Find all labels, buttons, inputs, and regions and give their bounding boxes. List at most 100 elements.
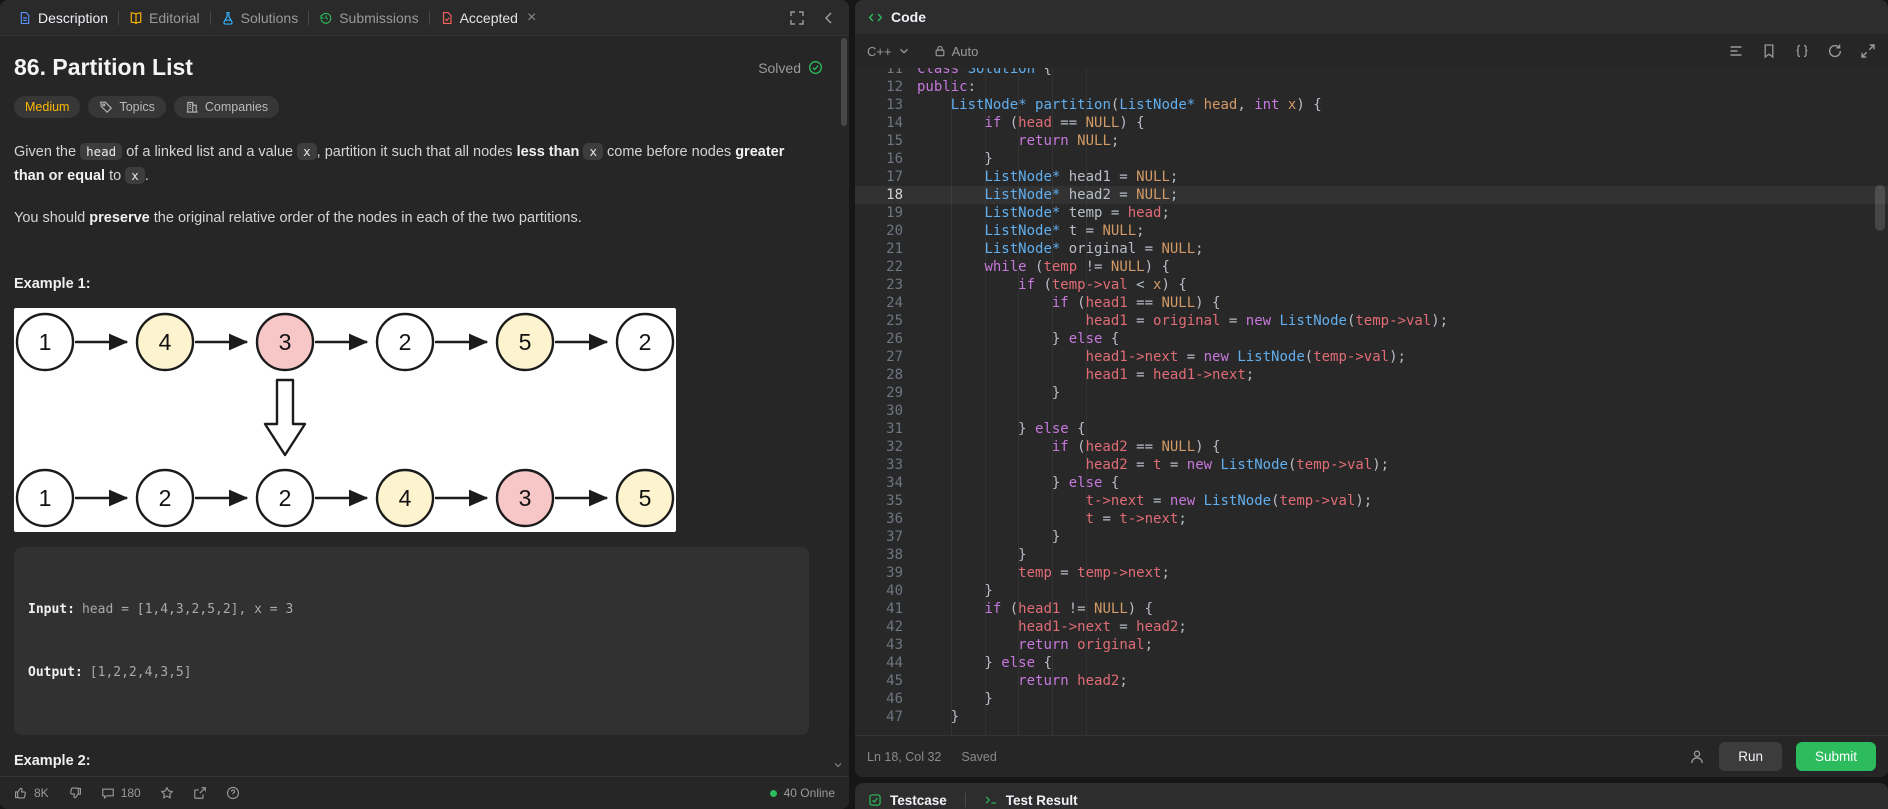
companies-badge[interactable]: Companies: [173, 96, 280, 118]
problem-panel: Description Editorial Solutions Submissions…: [0, 0, 849, 809]
line-content: ListNode* head2 = NULL;: [984, 187, 1179, 203]
line-content: ListNode* t = NULL;: [984, 223, 1145, 239]
language-label: C++: [867, 43, 892, 59]
code-line-28[interactable]: 28 head1 = head1->next;: [855, 366, 1888, 384]
code-line-16[interactable]: 16 }: [855, 150, 1888, 168]
code-line-21[interactable]: 21 ListNode* original = NULL;: [855, 240, 1888, 258]
auto-save-toggle[interactable]: Auto: [933, 44, 978, 59]
run-button[interactable]: Run: [1719, 742, 1782, 771]
check-circle-icon: [808, 60, 823, 75]
line-content: ListNode* temp = head;: [984, 205, 1170, 221]
bookmark-icon[interactable]: [1761, 43, 1777, 59]
code-line-41[interactable]: 41 if (head1 != NULL) {: [855, 600, 1888, 618]
left-scrollbar[interactable]: [840, 38, 848, 126]
line-number: 45: [886, 673, 903, 689]
topics-badge[interactable]: Topics: [88, 96, 166, 118]
code-line-25[interactable]: 25 head1 = original = new ListNode(temp-…: [855, 312, 1888, 330]
description-paragraph: Given the head of a linked list and a va…: [14, 143, 785, 184]
fullscreen-icon[interactable]: [1860, 43, 1876, 59]
code-line-42[interactable]: 42 head1->next = head2;: [855, 618, 1888, 636]
topics-label: Topics: [119, 100, 155, 114]
code-panel-header: Code: [855, 0, 1888, 34]
share-button[interactable]: [193, 786, 207, 800]
code-line-32[interactable]: 32 if (head2 == NULL) {: [855, 438, 1888, 456]
difficulty-badge[interactable]: Medium: [14, 96, 81, 118]
console-header: Testcase Test Result: [855, 783, 1888, 809]
submit-button[interactable]: Submit: [1795, 742, 1876, 771]
code-line-46[interactable]: 46 }: [855, 690, 1888, 708]
line-content: t = t->next;: [1085, 511, 1187, 527]
scrollbar-thumb[interactable]: [841, 38, 847, 126]
line-number: 11: [886, 68, 903, 77]
code-line-22[interactable]: 22 while (temp != NULL) {: [855, 258, 1888, 276]
collapse-panel-icon[interactable]: [821, 10, 837, 26]
favorite-button[interactable]: [160, 786, 174, 800]
code-line-33[interactable]: 33 head2 = t = new ListNode(temp->val);: [855, 456, 1888, 474]
line-number: 26: [886, 331, 903, 347]
format-code-icon[interactable]: [1728, 43, 1744, 59]
code-line-15[interactable]: 15 return NULL;: [855, 132, 1888, 150]
tab-solutions[interactable]: Solutions: [211, 0, 309, 35]
code-line-29[interactable]: 29 }: [855, 384, 1888, 402]
code-line-45[interactable]: 45 return head2;: [855, 672, 1888, 690]
code-editor[interactable]: 11 class Solution {12 public: 13 ListNode* …: [855, 68, 1888, 735]
scroll-down-icon[interactable]: [832, 759, 844, 771]
code-line-24[interactable]: 24 if (head1 == NULL) {: [855, 294, 1888, 312]
line-content: return NULL;: [1018, 133, 1120, 149]
line-content: temp = temp->next;: [1018, 565, 1170, 581]
code-line-44[interactable]: 44 } else {: [855, 654, 1888, 672]
code-line-26[interactable]: 26 } else {: [855, 330, 1888, 348]
code-line-40[interactable]: 40 }: [855, 582, 1888, 600]
language-selector[interactable]: C++: [867, 44, 911, 59]
code-line-13[interactable]: 13 ListNode* partition(ListNode* head, i…: [855, 96, 1888, 114]
debugger-icon[interactable]: [1689, 749, 1705, 765]
problem-description: Given the head of a linked list and a va…: [14, 140, 809, 230]
line-content: if (head1 != NULL) {: [984, 601, 1154, 617]
tab-test-result[interactable]: Test Result: [1006, 793, 1078, 808]
line-number: 31: [886, 421, 903, 437]
line-number: 22: [886, 259, 903, 275]
tab-description[interactable]: Description: [8, 0, 118, 35]
code-icon: [868, 10, 883, 25]
question-icon: [226, 786, 240, 800]
tab-submissions[interactable]: Submissions: [309, 0, 428, 35]
code-line-17[interactable]: 17 ListNode* head1 = NULL;: [855, 168, 1888, 186]
code-line-34[interactable]: 34 } else {: [855, 474, 1888, 492]
code-line-43[interactable]: 43 return original;: [855, 636, 1888, 654]
code-line-39[interactable]: 39 temp = temp->next;: [855, 564, 1888, 582]
problem-tabbar: Description Editorial Solutions Submissions…: [0, 0, 849, 36]
tab-testcase[interactable]: Testcase: [890, 793, 947, 808]
code-line-35[interactable]: 35 t->next = new ListNode(temp->val);: [855, 492, 1888, 510]
code-line-38[interactable]: 38 }: [855, 546, 1888, 564]
tab-accepted[interactable]: Accepted ×: [430, 0, 547, 35]
line-number: 20: [886, 223, 903, 239]
online-count: 40 Online: [783, 786, 835, 800]
reset-code-icon[interactable]: [1827, 43, 1843, 59]
code-line-14[interactable]: 14 if (head == NULL) {: [855, 114, 1888, 132]
close-icon[interactable]: ×: [527, 9, 536, 26]
code-line-27[interactable]: 27 head1->next = new ListNode(temp->val)…: [855, 348, 1888, 366]
code-line-23[interactable]: 23 if (temp->val < x) {: [855, 276, 1888, 294]
code-line-30[interactable]: 30: [855, 402, 1888, 420]
output-value: [1,2,2,4,3,5]: [89, 665, 192, 680]
code-line-18[interactable]: 18 ListNode* head2 = NULL;: [855, 186, 1888, 204]
code-line-47[interactable]: 47 }: [855, 708, 1888, 726]
code-line-36[interactable]: 36 t = t->next;: [855, 510, 1888, 528]
solutions-icon: [221, 11, 235, 25]
dislike-button[interactable]: [68, 786, 82, 800]
code-line-20[interactable]: 20 ListNode* t = NULL;: [855, 222, 1888, 240]
code-line-12[interactable]: 12 public:: [855, 78, 1888, 96]
code-line-31[interactable]: 31 } else {: [855, 420, 1888, 438]
like-button[interactable]: 8K: [14, 786, 49, 800]
help-button[interactable]: [226, 786, 240, 800]
code-line-19[interactable]: 19 ListNode* temp = head;: [855, 204, 1888, 222]
code-line-11[interactable]: 11 class Solution {: [855, 68, 1888, 78]
tab-editorial[interactable]: Editorial: [119, 0, 210, 35]
output-label: Output:: [28, 665, 83, 680]
line-content: }: [917, 691, 993, 707]
expand-panel-icon[interactable]: [789, 10, 805, 26]
code-line-37[interactable]: 37 }: [855, 528, 1888, 546]
comments-button[interactable]: 180: [101, 786, 141, 800]
editor-scrollbar[interactable]: [1875, 185, 1885, 231]
snippets-icon[interactable]: [1794, 43, 1810, 59]
